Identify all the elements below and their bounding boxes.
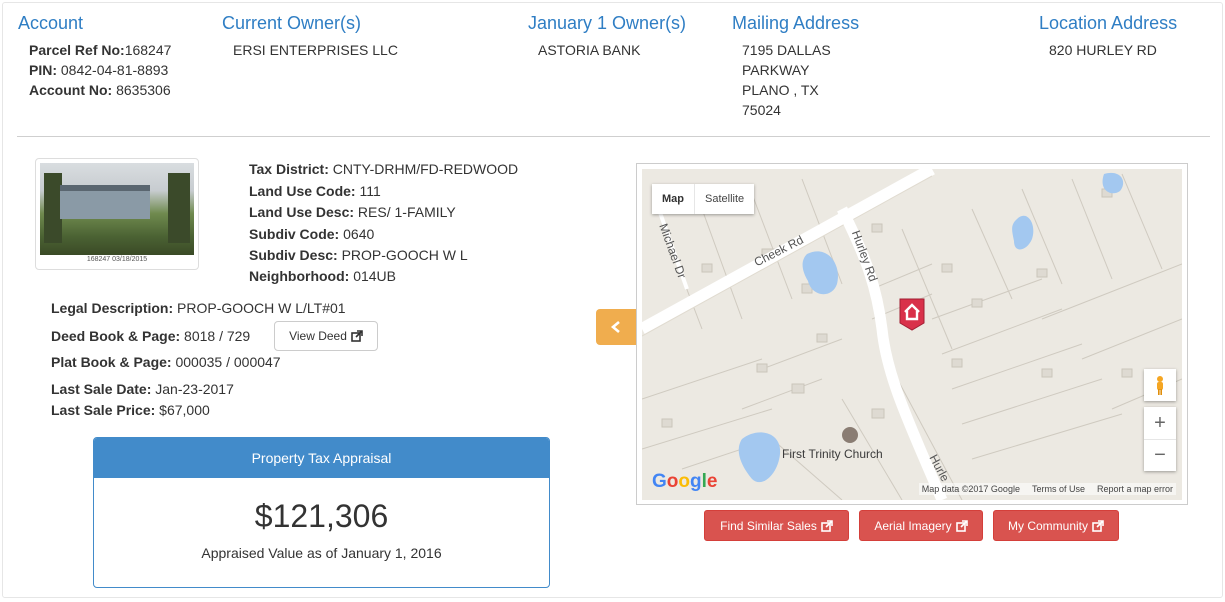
sale-price-value: $67,000 bbox=[155, 402, 210, 418]
property-photo[interactable]: 168247 03/18/2015 bbox=[35, 158, 199, 270]
external-link-icon bbox=[351, 330, 363, 342]
google-logo[interactable]: Google bbox=[652, 471, 717, 493]
last-sale-price: Last Sale Price: $67,000 bbox=[51, 400, 210, 420]
pin-value: 0842-04-81-8893 bbox=[57, 62, 169, 78]
external-link-icon bbox=[955, 519, 968, 532]
account-info: Parcel Ref No:168247 PIN: 0842-04-81-889… bbox=[29, 40, 171, 100]
pegman-icon bbox=[1157, 376, 1163, 395]
plat-book: Plat Book & Page: 000035 / 000047 bbox=[51, 352, 281, 372]
street-view-pegman[interactable] bbox=[1144, 369, 1176, 401]
church-label: First Trinity Church bbox=[782, 447, 883, 461]
parcel-label: Parcel Ref No: bbox=[29, 42, 125, 58]
map-streets bbox=[642, 169, 1182, 500]
legal-value: PROP-GOOCH W L/LT#01 bbox=[173, 300, 346, 316]
current-owner-value: ERSI ENTERPRISES LLC bbox=[233, 42, 398, 58]
mailing-line: 7195 DALLAS bbox=[742, 42, 831, 58]
map-panel: Cheek Rd Hurley Rd Michael Dr Hurle Firs… bbox=[636, 163, 1188, 505]
mailing-address-heading: Mailing Address bbox=[732, 13, 860, 33]
subdiv-desc-label: Subdiv Desc: bbox=[249, 247, 338, 263]
land-use-code-label: Land Use Code: bbox=[249, 183, 356, 199]
account-heading: Account bbox=[18, 13, 84, 33]
aerial-imagery-button[interactable]: Aerial Imagery bbox=[859, 510, 983, 541]
account-no-value: 8635306 bbox=[112, 82, 171, 98]
mailing-line: PLANO , TX bbox=[742, 82, 819, 98]
mailing-address: 7195 DALLAS PARKWAY PLANO , TX 75024 bbox=[742, 40, 831, 120]
my-community-label: My Community bbox=[1007, 518, 1088, 533]
neighborhood-value: 014UB bbox=[349, 268, 397, 284]
house-photo bbox=[40, 163, 194, 255]
parcel-value: 168247 bbox=[124, 42, 172, 58]
tax-district-label: Tax District: bbox=[249, 161, 329, 177]
appraisal-title: Property Tax Appraisal bbox=[94, 438, 549, 478]
last-sale-date: Last Sale Date: Jan-23-2017 bbox=[51, 379, 234, 399]
external-link-icon bbox=[1092, 519, 1104, 532]
aerial-imagery-label: Aerial Imagery bbox=[874, 518, 952, 533]
home-marker-icon[interactable] bbox=[898, 297, 926, 331]
legal-description: Legal Description: PROP-GOOCH W L/LT#01 bbox=[51, 298, 346, 318]
legal-label: Legal Description: bbox=[51, 300, 174, 316]
appraisal-subtitle: Appraised Value as of January 1, 2016 bbox=[201, 545, 442, 561]
terms-link[interactable]: Terms of Use bbox=[1032, 484, 1085, 494]
church-icon bbox=[842, 427, 858, 443]
mailing-line: PARKWAY bbox=[742, 62, 810, 78]
view-deed-label: View Deed bbox=[289, 329, 347, 343]
land-use-code: Land Use Code: 111 bbox=[249, 181, 381, 201]
external-link-icon bbox=[821, 519, 833, 532]
photo-tree bbox=[168, 173, 190, 243]
appraisal-panel: Property Tax Appraisal $121,306 Appraise… bbox=[93, 437, 550, 588]
zoom-control: + − bbox=[1144, 407, 1176, 471]
subdiv-desc: Subdiv Desc: PROP-GOOCH W L bbox=[249, 245, 468, 265]
land-use-desc: Land Use Desc: RES/ 1-FAMILY bbox=[249, 202, 456, 222]
land-use-desc-label: Land Use Desc: bbox=[249, 204, 355, 220]
jan-owner-value: ASTORIA BANK bbox=[538, 42, 641, 58]
account-no-label: Account No: bbox=[29, 82, 113, 98]
tax-district-value: CNTY-DRHM/FD-REDWOOD bbox=[328, 161, 519, 177]
current-owner-heading: Current Owner(s) bbox=[222, 13, 362, 33]
location-address-value: 820 HURLEY RD bbox=[1049, 42, 1157, 58]
find-similar-sales-button[interactable]: Find Similar Sales bbox=[704, 510, 849, 541]
neighborhood-label: Neighborhood: bbox=[249, 268, 350, 284]
sale-date-value: Jan-23-2017 bbox=[151, 381, 234, 397]
collapse-map-button[interactable] bbox=[596, 309, 636, 345]
zoom-out-button[interactable]: − bbox=[1144, 439, 1176, 471]
plat-label: Plat Book & Page: bbox=[51, 354, 172, 370]
photo-house bbox=[60, 185, 150, 219]
deed-label: Deed Book & Page: bbox=[51, 328, 181, 344]
report-error-link[interactable]: Report a map error bbox=[1097, 484, 1173, 494]
divider bbox=[17, 136, 1210, 137]
zoom-in-button[interactable]: + bbox=[1144, 407, 1176, 439]
appraisal-value: $121,306 bbox=[254, 498, 389, 534]
map-type-satellite[interactable]: Satellite bbox=[694, 184, 754, 214]
map-canvas[interactable]: Cheek Rd Hurley Rd Michael Dr Hurle Firs… bbox=[642, 169, 1182, 500]
neighborhood: Neighborhood: 014UB bbox=[249, 266, 396, 286]
location-address-heading: Location Address bbox=[1039, 13, 1178, 33]
land-use-desc-value: RES/ 1-FAMILY bbox=[354, 204, 456, 220]
deed-book: Deed Book & Page: 8018 / 729 bbox=[51, 326, 250, 346]
subdiv-code: Subdiv Code: 0640 bbox=[249, 224, 374, 244]
sale-price-label: Last Sale Price: bbox=[51, 402, 156, 418]
land-use-code-value: 111 bbox=[355, 183, 381, 199]
view-deed-button[interactable]: View Deed bbox=[274, 321, 378, 351]
chevron-left-icon bbox=[610, 321, 620, 333]
jan-owner-heading: January 1 Owner(s) bbox=[528, 13, 687, 33]
my-community-button[interactable]: My Community bbox=[993, 510, 1119, 541]
deed-value: 8018 / 729 bbox=[180, 328, 251, 344]
map-type-control: Map Satellite bbox=[652, 184, 755, 214]
map-attribution: Map data ©2017 Google Terms of Use Repor… bbox=[918, 483, 1176, 495]
tax-district: Tax District: CNTY-DRHM/FD-REDWOOD bbox=[249, 159, 518, 179]
find-similar-sales-label: Find Similar Sales bbox=[720, 518, 817, 533]
sale-date-label: Last Sale Date: bbox=[51, 381, 152, 397]
plat-value: 000035 / 000047 bbox=[171, 354, 281, 370]
subdiv-desc-value: PROP-GOOCH W L bbox=[337, 247, 468, 263]
map-data-text: Map data ©2017 Google bbox=[921, 484, 1020, 494]
photo-caption: 168247 03/18/2015 bbox=[86, 256, 148, 263]
map-type-map[interactable]: Map bbox=[652, 184, 694, 214]
subdiv-code-value: 0640 bbox=[339, 226, 375, 242]
subdiv-code-label: Subdiv Code: bbox=[249, 226, 340, 242]
mailing-line: 75024 bbox=[742, 102, 781, 118]
pin-label: PIN: bbox=[29, 62, 57, 78]
